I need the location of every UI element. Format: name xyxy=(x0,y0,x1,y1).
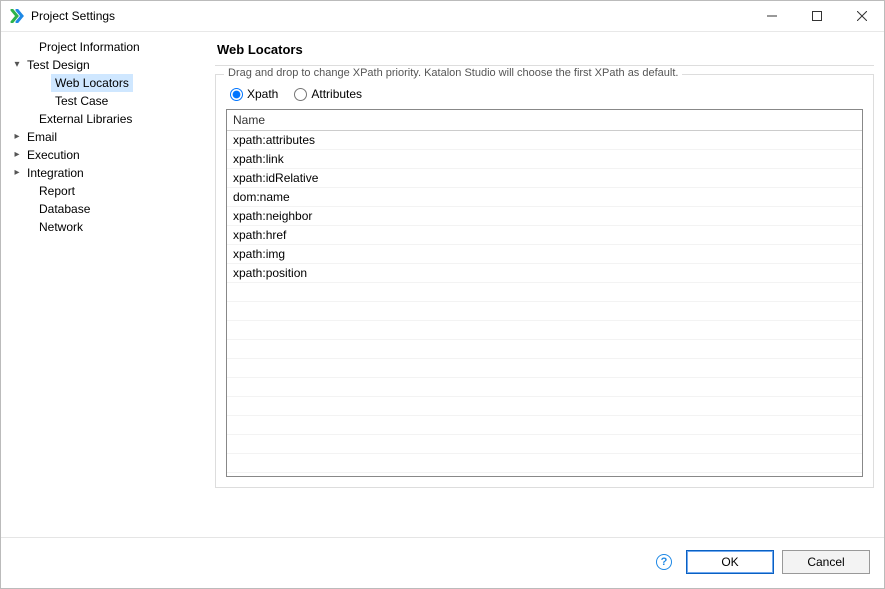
table-row xyxy=(227,378,862,397)
tree-item-label: Web Locators xyxy=(51,74,133,92)
tree-item-project-information[interactable]: Project Information xyxy=(7,38,195,56)
table-row xyxy=(227,283,862,302)
radio-xpath-input[interactable] xyxy=(230,88,243,101)
cancel-button[interactable]: Cancel xyxy=(782,550,870,574)
caret-icon: ▸ xyxy=(11,164,23,182)
xpath-table: Name xpath:attributesxpath:linkxpath:idR… xyxy=(226,109,863,477)
tree-item-report[interactable]: Report xyxy=(7,182,195,200)
table-row xyxy=(227,397,862,416)
table-row[interactable]: xpath:position xyxy=(227,264,862,283)
table-row xyxy=(227,321,862,340)
tree-item-label: Test Design xyxy=(23,56,94,74)
table-row xyxy=(227,416,862,435)
window-close-button[interactable] xyxy=(839,1,884,31)
tree-item-label: Test Case xyxy=(51,92,112,110)
tree-item-database[interactable]: Database xyxy=(7,200,195,218)
tree-item-test-case[interactable]: Test Case xyxy=(7,92,195,110)
tree-item-label: Email xyxy=(23,128,61,146)
tree-item-execution[interactable]: ▸Execution xyxy=(7,146,195,164)
table-row[interactable]: xpath:neighbor xyxy=(227,207,862,226)
sidebar: Project Information▾Test DesignWeb Locat… xyxy=(1,32,201,537)
table-row xyxy=(227,454,862,473)
group-legend: Drag and drop to change XPath priority. … xyxy=(224,67,682,79)
table-row[interactable]: xpath:img xyxy=(227,245,862,264)
content-pane: Web Locators Drag and drop to change XPa… xyxy=(201,32,884,537)
table-row xyxy=(227,340,862,359)
radio-attributes[interactable]: Attributes xyxy=(294,87,362,101)
tree-item-label: Integration xyxy=(23,164,88,182)
tree-item-label: Project Information xyxy=(35,38,144,56)
tree-item-external-libraries[interactable]: External Libraries xyxy=(7,110,195,128)
table-row[interactable]: dom:name xyxy=(227,188,862,207)
table-row xyxy=(227,435,862,454)
xpath-priority-group: Drag and drop to change XPath priority. … xyxy=(215,74,874,488)
caret-icon: ▸ xyxy=(11,146,23,164)
dialog-footer: ? OK Cancel xyxy=(1,537,884,588)
title-bar: Project Settings xyxy=(1,1,884,31)
tree-item-label: Database xyxy=(35,200,94,218)
tree-item-label: Execution xyxy=(23,146,84,164)
panel-title: Web Locators xyxy=(215,38,874,65)
caret-icon: ▸ xyxy=(11,128,23,146)
tree-item-label: Network xyxy=(35,218,87,236)
tree-item-test-design[interactable]: ▾Test Design xyxy=(7,56,195,74)
table-row[interactable]: xpath:idRelative xyxy=(227,169,862,188)
table-column-header-name[interactable]: Name xyxy=(227,110,862,131)
tree-item-label: External Libraries xyxy=(35,110,136,128)
table-row[interactable]: xpath:link xyxy=(227,150,862,169)
radio-xpath[interactable]: Xpath xyxy=(230,87,278,101)
tree-item-email[interactable]: ▸Email xyxy=(7,128,195,146)
help-icon[interactable]: ? xyxy=(656,554,672,570)
radio-attributes-input[interactable] xyxy=(294,88,307,101)
table-row xyxy=(227,302,862,321)
ok-button[interactable]: OK xyxy=(686,550,774,574)
table-row[interactable]: xpath:attributes xyxy=(227,131,862,150)
window-minimize-button[interactable] xyxy=(749,1,794,31)
table-row[interactable]: xpath:href xyxy=(227,226,862,245)
tree-item-integration[interactable]: ▸Integration xyxy=(7,164,195,182)
table-body: xpath:attributesxpath:linkxpath:idRelati… xyxy=(227,131,862,476)
divider xyxy=(215,65,874,66)
radio-xpath-label: Xpath xyxy=(247,87,278,101)
tree-item-web-locators[interactable]: Web Locators xyxy=(7,74,195,92)
window-maximize-button[interactable] xyxy=(794,1,839,31)
caret-icon: ▾ xyxy=(11,56,23,74)
locator-mode-radios: Xpath Attributes xyxy=(230,87,863,101)
table-row xyxy=(227,359,862,378)
tree-item-network[interactable]: Network xyxy=(7,218,195,236)
tree-item-label: Report xyxy=(35,182,79,200)
window-title: Project Settings xyxy=(31,9,115,23)
settings-tree: Project Information▾Test DesignWeb Locat… xyxy=(3,38,199,236)
radio-attributes-label: Attributes xyxy=(311,87,362,101)
app-logo-icon xyxy=(9,8,25,24)
